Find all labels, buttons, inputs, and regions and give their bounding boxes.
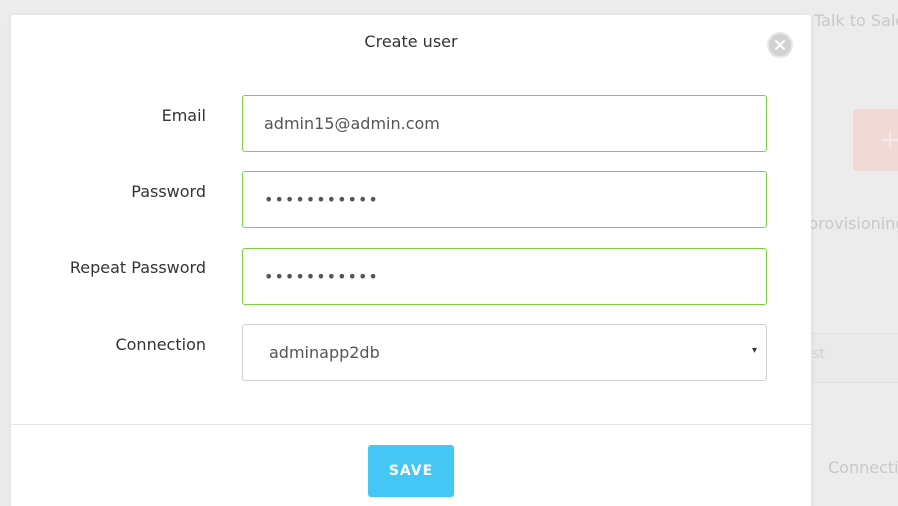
modal-title: Create user [364,32,458,51]
bg-talk-to-sales-link: Talk to Sale [814,11,898,30]
bg-connection-header: Connecti [828,458,898,477]
bg-row-text: st [812,346,825,362]
connection-selected-value: adminapp2db [269,343,380,362]
close-button[interactable] [769,34,791,56]
repeat-password-field[interactable] [242,248,767,305]
close-icon [775,40,785,50]
connection-select[interactable]: adminapp2db ▾ [242,324,767,381]
connection-label: Connection [115,335,206,354]
create-user-modal: Create user Email Password Repeat Passwo… [11,15,811,506]
repeat-password-label: Repeat Password [69,258,206,277]
chevron-down-icon: ▾ [751,345,757,356]
password-field[interactable] [242,171,767,228]
bg-add-button: + [853,109,898,171]
bg-provisioning-text: provisioning [808,214,898,233]
password-label: Password [131,182,206,201]
save-button[interactable]: SAVE [368,445,454,497]
footer-divider [11,424,811,425]
email-field[interactable] [242,95,767,152]
email-label: Email [161,106,206,125]
